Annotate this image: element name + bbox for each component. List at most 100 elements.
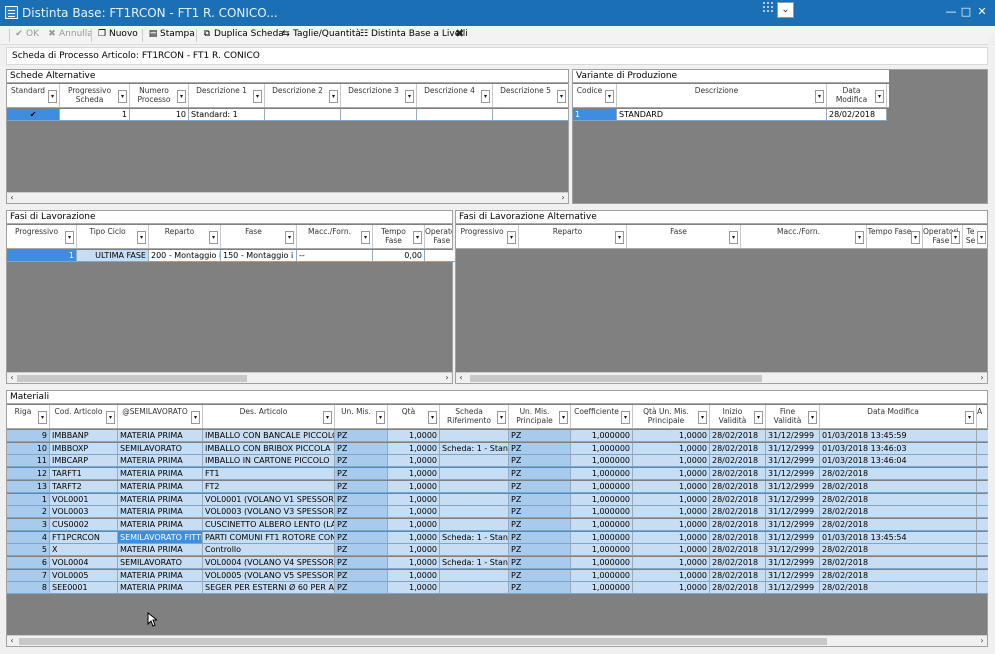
materiali-cell[interactable]: MATERIA PRIMA xyxy=(118,544,203,557)
schede-cell[interactable] xyxy=(341,109,417,121)
materiali-cell[interactable]: MATERIA PRIMA xyxy=(118,518,203,531)
bom-levels-button[interactable]: ☷ Distinta Base a Livelli xyxy=(359,29,468,39)
filter-dropdown-icon[interactable]: ▾ xyxy=(376,411,385,424)
materiali-cell[interactable]: 28/02/2018 xyxy=(820,557,977,569)
maximize-button[interactable]: □ xyxy=(959,5,973,18)
schede-col-header[interactable]: Numero Processo ▾ xyxy=(130,84,189,107)
materiali-cell[interactable]: 31/12/2999 xyxy=(766,518,820,531)
materiali-cell[interactable]: VOL0004 xyxy=(50,557,118,569)
schede-cell[interactable]: ✔ xyxy=(7,109,60,121)
materiali-cell[interactable]: 28/02/2018 xyxy=(710,468,766,481)
materiali-cell[interactable]: PZ xyxy=(335,480,388,493)
materiali-cell[interactable]: PZ xyxy=(509,518,571,531)
materiali-cell[interactable]: 28/02/2018 xyxy=(820,518,977,531)
schede-cell[interactable]: 10 xyxy=(130,109,189,121)
varianti-col-header[interactable]: Descrizione ▾ xyxy=(617,84,827,107)
schede-col-header[interactable]: Standard ▾ xyxy=(7,84,60,107)
materiali-cell[interactable]: VOL0001 (VOLANO V1 SPESSORE 15 xyxy=(203,493,335,506)
scroll-thumb[interactable] xyxy=(470,375,762,382)
materiali-col-header[interactable]: Riga ▾ xyxy=(7,405,50,428)
materiali-cell[interactable]: PZ xyxy=(335,442,388,455)
filter-dropdown-icon[interactable]: ▾ xyxy=(48,90,57,103)
materiali-cell[interactable]: SEMILAVORATO FITTIZ xyxy=(118,531,203,544)
materiali-cell[interactable]: 31/12/2999 xyxy=(766,455,820,468)
materiali-cell[interactable]: PZ xyxy=(335,531,388,544)
materiali-cell[interactable]: PZ xyxy=(509,442,571,455)
materiali-cell[interactable]: 31/12/2999 xyxy=(766,544,820,557)
materiali-cell[interactable]: Controllo xyxy=(203,544,335,557)
materiali-cell[interactable]: PZ xyxy=(509,430,571,442)
schede-horizontal-scrollbar[interactable]: ‹ › xyxy=(7,192,568,203)
fasiAlt-col-header[interactable]: Tempo Fase ▾ xyxy=(867,225,923,248)
materiali-cell[interactable]: 8 xyxy=(7,582,50,595)
filter-dropdown-icon[interactable]: ▾ xyxy=(177,90,186,103)
materiali-cell[interactable]: 1,000000 xyxy=(571,480,633,493)
filter-dropdown-icon[interactable]: ▾ xyxy=(977,231,986,244)
materiali-cell[interactable] xyxy=(440,468,509,481)
filter-dropdown-icon[interactable]: ▾ xyxy=(209,231,218,244)
fasi-cell[interactable]: 150 - Montaggio i xyxy=(221,250,297,262)
fasiAlt-col-header[interactable]: Operatori Fase ▾ xyxy=(923,225,963,248)
materiali-cell[interactable]: MATERIA PRIMA xyxy=(118,430,203,442)
fasi-col-header[interactable]: Tempo Fase ▾ xyxy=(373,225,425,248)
materiali-cell[interactable] xyxy=(440,518,509,531)
materiali-col-header[interactable]: Coefficiente ▾ xyxy=(571,405,633,428)
materiali-col-header[interactable]: Qtà ▾ xyxy=(388,405,440,428)
materiali-cell[interactable]: VOL0003 xyxy=(50,506,118,519)
materiali-cell[interactable] xyxy=(440,480,509,493)
filter-dropdown-icon[interactable]: ▾ xyxy=(428,411,437,424)
materiali-cell[interactable]: 1,0000 xyxy=(633,544,710,557)
materiali-row[interactable]: 13 TARFT2 MATERIA PRIMA FT2 PZ 1,0000 PZ 1,0000… xyxy=(7,480,989,493)
new-button[interactable]: ❐ Nuovo xyxy=(97,29,138,39)
materiali-row[interactable]: 8 SEE0001 MATERIA PRIMA SEGER PER ESTERNI Ø… xyxy=(7,582,989,595)
materiali-row[interactable]: 4 FT1PCRCON SEMILAVORATO FITTIZ PARTI COMUN… xyxy=(7,531,989,544)
materiali-cell[interactable]: 1,0000 xyxy=(388,468,440,481)
materiali-cell[interactable]: 01/03/2018 13:45:59 xyxy=(820,430,977,442)
materiali-cell[interactable]: 31/12/2999 xyxy=(766,557,820,569)
materiali-cell[interactable]: 28/02/2018 xyxy=(710,455,766,468)
materiali-cell[interactable]: 31/12/2999 xyxy=(766,569,820,582)
materiali-cell[interactable]: 1,0000 xyxy=(388,544,440,557)
materiali-cell[interactable] xyxy=(440,544,509,557)
varianti-col-header[interactable]: Data Modifica ▾ xyxy=(827,84,887,107)
materiali-row[interactable]: 3 CUS0002 MATERIA PRIMA CUSCINETTO ALBERO L… xyxy=(7,518,989,531)
materiali-cell[interactable]: 1,0000 xyxy=(633,480,710,493)
filter-dropdown-icon[interactable]: ▾ xyxy=(118,90,127,103)
fasi-row[interactable]: 1ULTIMA FASE200 - Montaggio int150 - Mon… xyxy=(7,250,465,262)
filter-dropdown-icon[interactable]: ▾ xyxy=(965,411,974,424)
filter-dropdown-icon[interactable]: ▾ xyxy=(621,411,630,424)
fasi-col-header[interactable]: Operator Fase▾ xyxy=(425,225,452,248)
minimize-button[interactable]: — xyxy=(944,5,958,18)
materiali-cell[interactable]: 13 xyxy=(7,480,50,493)
filter-dropdown-icon[interactable]: ▾ xyxy=(815,90,824,103)
varianti-cell[interactable]: 1 xyxy=(573,109,617,121)
materiali-cell[interactable]: 1,000000 xyxy=(571,557,633,569)
materiali-col-header[interactable]: Qtà Un. Mis. Principale ▾ xyxy=(633,405,710,428)
scroll-left-arrow-icon[interactable]: ‹ xyxy=(7,193,17,203)
materiali-cell[interactable]: PZ xyxy=(509,569,571,582)
materiali-cell[interactable]: 1,000000 xyxy=(571,518,633,531)
materiali-cell[interactable]: FT1PCRCON xyxy=(50,531,118,544)
materiali-cell[interactable] xyxy=(440,569,509,582)
filter-dropdown-icon[interactable]: ▾ xyxy=(106,411,115,424)
filter-dropdown-icon[interactable]: ▾ xyxy=(253,90,262,103)
schede-col-header[interactable]: Descrizione 4 ▾ xyxy=(417,84,493,107)
fasi-col-header[interactable]: Fase ▾ xyxy=(221,225,297,248)
materiali-row[interactable]: 1 VOL0001 MATERIA PRIMA VOL0001 (VOLANO V1 … xyxy=(7,493,989,506)
fasiAlt-col-header[interactable]: Progressivo ▾ xyxy=(456,225,519,248)
materiali-cell[interactable]: 1,0000 xyxy=(633,468,710,481)
filter-dropdown-icon[interactable]: ▾ xyxy=(497,411,506,424)
materiali-cell[interactable] xyxy=(440,506,509,519)
varianti-col-header[interactable]: Codice ▾ xyxy=(573,84,617,107)
schede-col-header[interactable]: Progressivo Scheda ▾ xyxy=(60,84,130,107)
schede-cell[interactable]: 1 xyxy=(60,109,130,121)
materiali-cell[interactable]: VOL0004 (VOLANO V4 SPESSORE 5 xyxy=(203,557,335,569)
filter-dropdown-icon[interactable]: ▾ xyxy=(855,231,864,244)
materiali-cell[interactable]: PZ xyxy=(509,480,571,493)
materiali-horizontal-scrollbar[interactable]: ‹ › xyxy=(7,635,987,646)
scroll-thumb[interactable] xyxy=(19,638,827,645)
fasi-col-header[interactable]: Progressivo ▾ xyxy=(7,225,77,248)
materiali-cell[interactable]: 1,0000 xyxy=(388,430,440,442)
filter-dropdown-icon[interactable]: ▾ xyxy=(911,231,920,244)
scroll-left-arrow-icon[interactable]: ‹ xyxy=(7,636,17,646)
